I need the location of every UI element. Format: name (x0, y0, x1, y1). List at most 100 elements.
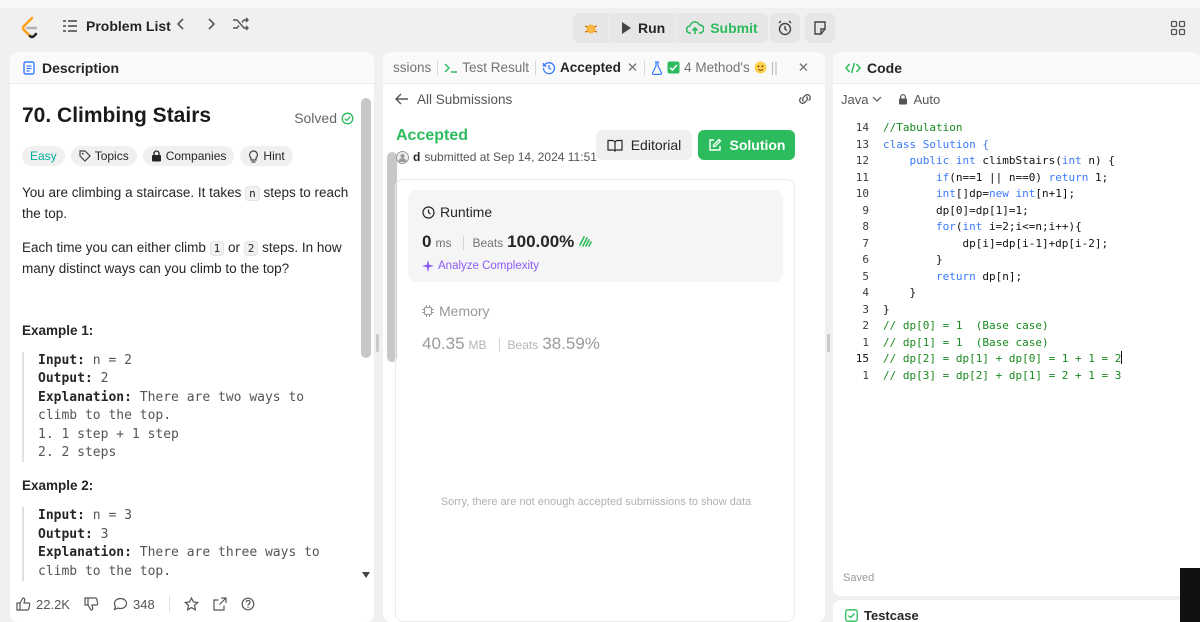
statement-text: You are climbing a staircase. It takes (22, 185, 246, 200)
scroll-down-icon[interactable] (362, 572, 370, 578)
line-number: 4 (862, 286, 869, 299)
clapping-hands-icon (578, 235, 593, 247)
explanation-label: Explanation: (38, 389, 132, 405)
vertical-splitter-right[interactable] (827, 334, 830, 352)
code-line: 12 public int climbStairs(int n) { (833, 153, 1200, 170)
favorite-button[interactable] (183, 597, 199, 611)
output-value: 3 (92, 526, 109, 542)
code-text: } (883, 253, 943, 266)
check-circle-icon (341, 112, 354, 125)
code-text: dp[0]=dp[1]=1; (883, 203, 1029, 217)
line-number: 11 (855, 170, 869, 184)
line-number: 13 (855, 137, 869, 151)
topics-label: Topics (94, 149, 129, 163)
like-button[interactable]: 22.2K (16, 597, 70, 612)
all-submissions-row[interactable]: All Submissions (383, 84, 825, 114)
leetcode-logo[interactable] (20, 16, 40, 40)
code-panel: Code Java Auto 1 4 //Tabulation 13 class So… (833, 52, 1200, 596)
line-number: 8 (862, 220, 869, 233)
runtime-card[interactable]: Runtime 0 ms Beats 100.00% Analyze Compl… (408, 190, 783, 282)
line-number: 15 (855, 352, 869, 365)
code-text: public int climbStairs(int n) { (909, 154, 1115, 167)
next-problem-button[interactable] (205, 17, 217, 31)
submitter-name[interactable]: d (413, 150, 420, 164)
vertical-splitter-left[interactable] (376, 334, 379, 352)
prev-problem-button[interactable] (175, 17, 187, 31)
testcase-tab[interactable]: Testcase (833, 600, 1200, 622)
statement-text: Each time you can either climb (22, 240, 210, 255)
tab-method[interactable]: 4 Method's || (645, 52, 784, 84)
hint-tag[interactable]: Hint (240, 146, 293, 166)
close-panel-button[interactable]: ✕ (792, 52, 815, 84)
line-number: 7 (862, 236, 869, 250)
editor-toolbar: Java Auto (833, 84, 1200, 114)
code-text: dp[i]=dp[i-1]+dp[i-2]; (883, 236, 1109, 250)
memory-unit: MB (468, 338, 487, 352)
comments-button[interactable]: 348 (113, 597, 155, 612)
link-icon[interactable] (797, 93, 813, 105)
line-number: 1 (862, 368, 869, 382)
memory-title[interactable]: Memory (422, 303, 490, 319)
share-button[interactable] (213, 597, 227, 611)
description-scrollbar[interactable] (361, 98, 371, 358)
tag-row: Easy Topics Companies Hint (22, 146, 356, 166)
code-text: class Solution { (883, 137, 989, 151)
inline-code: n (245, 186, 260, 201)
share-icon (213, 597, 227, 611)
tab-submissions[interactable]: ssions (393, 52, 437, 84)
memory-title-label: Memory (439, 303, 490, 319)
close-icon[interactable]: ✕ (627, 60, 638, 76)
timer-button[interactable] (770, 13, 800, 43)
play-icon (620, 21, 632, 35)
example-1-block: Input: n = 2 Output: 2 Explanation: Ther… (22, 352, 356, 463)
explanation-label: Explanation: (38, 545, 132, 561)
avatar[interactable] (396, 150, 409, 164)
runtime-title: Runtime (422, 204, 492, 220)
code-tab[interactable]: Code (833, 52, 1200, 84)
run-submit-group: Run Submit (573, 13, 768, 43)
help-button[interactable] (241, 597, 255, 611)
auto-mode[interactable]: Auto (898, 92, 940, 107)
code-text: //Tabulation (883, 121, 963, 134)
run-button[interactable]: Run (609, 13, 675, 43)
description-tab[interactable]: Description (10, 52, 374, 84)
tab-submissions-label: ssions (393, 60, 432, 75)
saved-status: Saved (843, 572, 875, 584)
code-line: 4 } (833, 285, 1200, 302)
debug-button[interactable] (573, 13, 609, 43)
code-text: } (883, 302, 890, 316)
language-label: Java (841, 91, 869, 107)
tab-test-result[interactable]: Test Result (438, 52, 535, 84)
random-problem-button[interactable] (232, 17, 250, 31)
problem-list-button[interactable]: Problem List (62, 18, 171, 34)
runtime-unit: ms (435, 236, 452, 250)
line-number: 12 (855, 154, 869, 167)
notes-button[interactable] (805, 13, 835, 43)
topics-tag[interactable]: Topics (70, 146, 137, 166)
layout-button[interactable] (1170, 20, 1186, 36)
hint-label: Hint (263, 149, 285, 163)
terminal-icon (444, 62, 458, 74)
companies-tag[interactable]: Companies (142, 146, 235, 166)
solution-button[interactable]: Solution (698, 130, 795, 160)
example-2-block: Input: n = 3 Output: 3 Explanation: Ther… (22, 507, 356, 582)
example-1-title: Example 1: (22, 323, 94, 338)
submit-label: Submit (710, 20, 758, 36)
runtime-value-row: 0 ms Beats 100.00% (422, 232, 593, 252)
analyze-complexity-button[interactable]: Analyze Complexity (422, 260, 539, 272)
code-editor[interactable]: 1 4 //Tabulation 13 class Solution { 12 pub… (833, 120, 1200, 384)
memory-beats-label: Beats (498, 338, 538, 352)
code-line: 9 dp[0]=dp[1]=1; (833, 203, 1200, 220)
submit-button[interactable]: Submit (675, 13, 767, 43)
line-number: 3 (862, 302, 869, 316)
editorial-label: Editorial (630, 137, 682, 153)
editorial-button[interactable]: Editorial (596, 130, 692, 160)
dislike-button[interactable] (84, 597, 99, 611)
difficulty-tag[interactable]: Easy (22, 146, 65, 166)
language-select[interactable]: Java (841, 92, 882, 107)
code-icon (845, 62, 861, 74)
note-icon (813, 21, 827, 35)
input-value: n = 3 (84, 508, 132, 524)
code-line: 1 // dp[1] = 1 (Base case) (833, 335, 1200, 352)
tab-accepted[interactable]: Accepted ✕ (536, 52, 644, 84)
